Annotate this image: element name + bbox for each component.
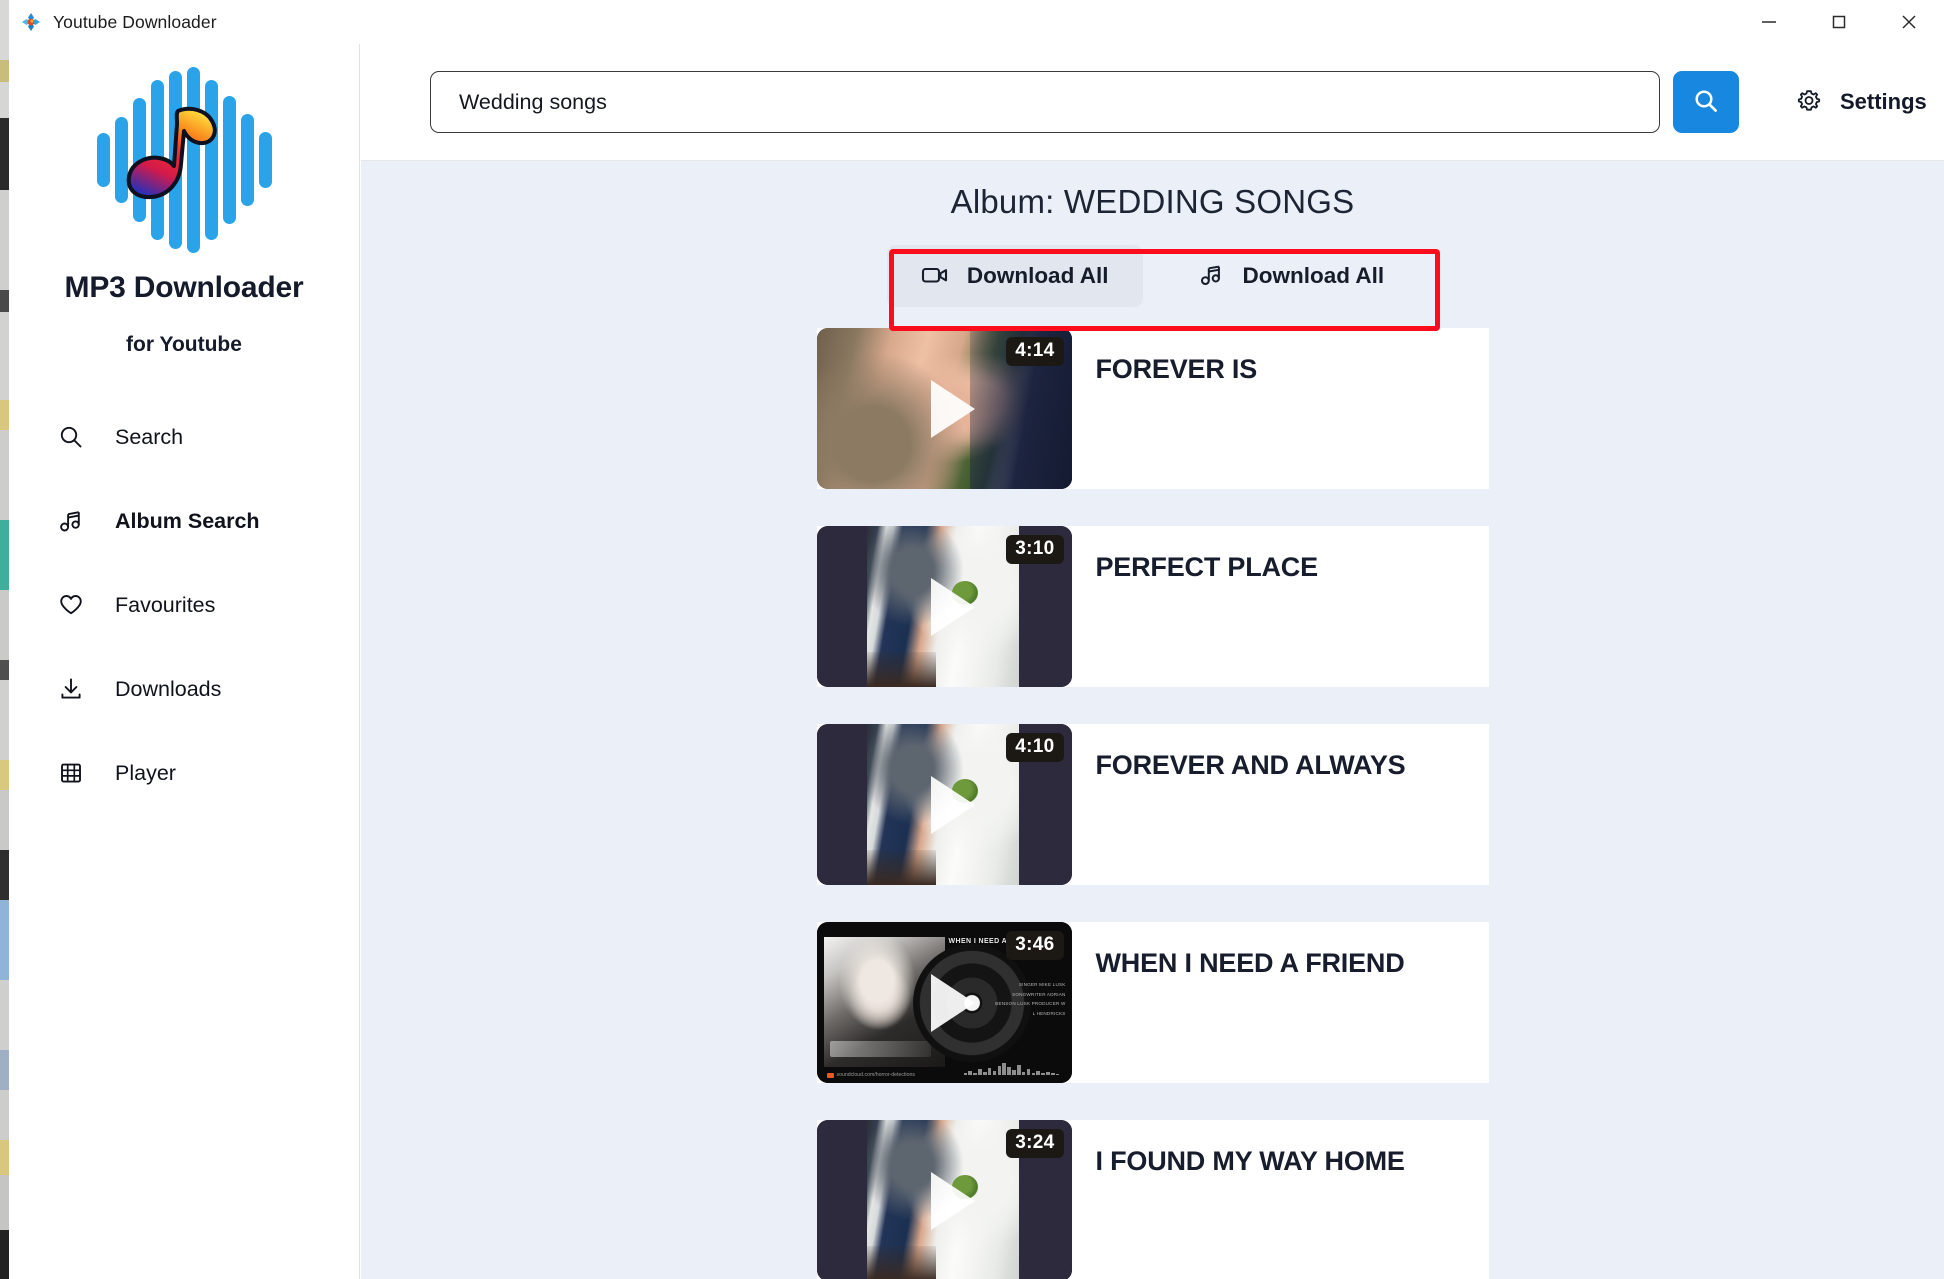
window-controls xyxy=(1734,0,1944,44)
sidebar-item-downloads[interactable]: Downloads xyxy=(9,661,359,717)
music-note-icon xyxy=(1199,263,1225,290)
track-row[interactable]: WHEN I NEED A FRIEND SINGER MIKE LUSK SO… xyxy=(816,922,1489,1083)
artwork-footer: soundcloud.com/horror-detections xyxy=(826,1072,915,1078)
track-row[interactable]: 3:24 I FOUND MY WAY HOME xyxy=(816,1120,1489,1279)
gear-icon xyxy=(1794,86,1824,119)
play-icon[interactable] xyxy=(931,973,975,1032)
background-window-sliver xyxy=(0,0,9,1279)
artwork-footer-text: soundcloud.com/horror-detections xyxy=(836,1072,915,1078)
settings-button[interactable]: Settings xyxy=(1784,78,1937,127)
play-icon[interactable] xyxy=(931,577,975,636)
duration-badge: 4:14 xyxy=(1006,337,1064,366)
maximize-button[interactable] xyxy=(1804,0,1874,44)
duration-badge: 3:10 xyxy=(1006,535,1064,564)
search-icon xyxy=(1692,87,1720,118)
heart-icon xyxy=(57,591,85,619)
sidebar-item-favourites[interactable]: Favourites xyxy=(9,577,359,633)
search-button[interactable] xyxy=(1673,71,1739,133)
window-title: Youtube Downloader xyxy=(53,11,217,32)
sidebar-item-album-search[interactable]: Album Search xyxy=(9,493,359,549)
track-thumbnail[interactable]: 3:24 xyxy=(816,1120,1072,1279)
sidebar: MP3 Downloader for Youtube Search Album … xyxy=(9,44,360,1279)
duration-badge: 3:46 xyxy=(1006,931,1064,960)
app-window: Youtube Downloader MP3 Downloader for Yo… xyxy=(9,0,1944,1279)
track-title: PERFECT PLACE xyxy=(1095,552,1319,582)
download-all-video-button[interactable]: Download All xyxy=(886,245,1143,307)
sidebar-nav: Search Album Search Favourites Downloads… xyxy=(9,409,359,801)
track-row[interactable]: 4:14 FOREVER IS xyxy=(816,328,1489,489)
track-thumbnail[interactable]: WHEN I NEED A FRIEND SINGER MIKE LUSK SO… xyxy=(816,922,1072,1083)
sidebar-item-player[interactable]: Player xyxy=(9,745,359,801)
sidebar-item-label: Favourites xyxy=(115,592,216,617)
track-list: 4:14 FOREVER IS 3:10 PERFECT PLACE 4:10 … xyxy=(816,328,1489,1279)
track-title: I FOUND MY WAY HOME xyxy=(1095,1146,1405,1176)
download-all-audio-label: Download All xyxy=(1242,263,1385,288)
title-bar: Youtube Downloader xyxy=(9,0,1944,44)
artwork-waveform xyxy=(963,1062,1060,1075)
download-icon xyxy=(57,675,85,703)
brand-title: MP3 Downloader xyxy=(64,271,304,304)
play-icon[interactable] xyxy=(931,775,975,834)
track-title: WHEN I NEED A FRIEND xyxy=(1095,948,1405,978)
download-all-video-label: Download All xyxy=(966,263,1109,288)
download-all-toolbar: Download All Download All xyxy=(803,238,1503,314)
sidebar-item-label: Album Search xyxy=(115,508,260,533)
close-button[interactable] xyxy=(1874,0,1944,44)
track-thumbnail[interactable]: 4:14 xyxy=(816,328,1072,489)
play-icon[interactable] xyxy=(931,379,975,438)
track-title: FOREVER AND ALWAYS xyxy=(1095,750,1406,780)
brand-subtitle: for Youtube xyxy=(126,333,242,356)
track-thumbnail[interactable]: 3:10 xyxy=(816,526,1072,687)
download-all-audio-button[interactable]: Download All xyxy=(1165,245,1419,307)
duration-badge: 4:10 xyxy=(1006,733,1064,762)
sidebar-item-label: Downloads xyxy=(115,676,222,701)
album-results-panel: Album: WEDDING SONGS Download All Downlo… xyxy=(361,161,1944,1279)
music-note-gradient-icon xyxy=(126,106,217,200)
film-strip-icon xyxy=(57,759,85,787)
app-diamond-icon xyxy=(21,12,41,32)
track-row[interactable]: 3:10 PERFECT PLACE xyxy=(816,526,1489,687)
soundcloud-icon xyxy=(826,1072,834,1078)
search-input[interactable] xyxy=(430,71,1660,133)
artwork-credits: SINGER MIKE LUSK SONGWRITER ADRIAN BENSO… xyxy=(995,982,1066,1016)
sidebar-item-label: Search xyxy=(115,424,184,449)
play-icon[interactable] xyxy=(931,1171,975,1230)
search-icon xyxy=(57,423,85,451)
track-thumbnail[interactable]: 4:10 xyxy=(816,724,1072,885)
track-title: FOREVER IS xyxy=(1095,354,1258,384)
track-row[interactable]: 4:10 FOREVER AND ALWAYS xyxy=(816,724,1489,885)
video-camera-icon xyxy=(921,264,949,289)
album-title: Album: WEDDING SONGS xyxy=(950,183,1355,220)
settings-label: Settings xyxy=(1840,89,1927,114)
music-notes-icon xyxy=(57,507,85,535)
mp3-waveform-note-logo xyxy=(74,62,294,257)
sidebar-item-label: Player xyxy=(115,760,176,785)
search-toolbar: Settings xyxy=(361,44,1944,161)
sidebar-item-search[interactable]: Search xyxy=(9,409,359,465)
minimize-button[interactable] xyxy=(1734,0,1804,44)
duration-badge: 3:24 xyxy=(1006,1129,1064,1158)
